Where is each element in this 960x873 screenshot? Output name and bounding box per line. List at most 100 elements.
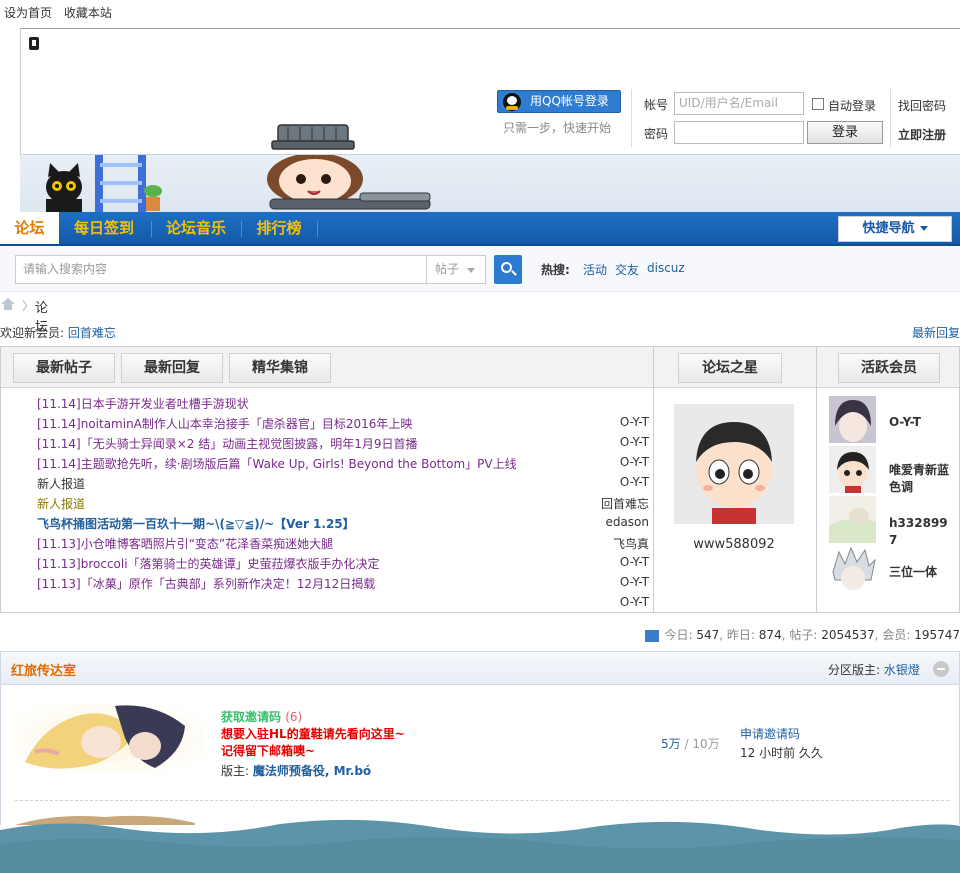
forum-name-label: 获取邀请码 — [221, 710, 282, 724]
forum-last-post: 申请邀请码 12 小时前 久久 — [740, 725, 823, 763]
forgot-password-link[interactable]: 找回密码 — [898, 97, 946, 114]
nav-separator — [151, 221, 152, 237]
forum-moderators: 版主: 魔法师预备役, Mr.bó — [221, 762, 371, 779]
post-link[interactable]: [11.14]noitaminA制作人山本幸治接手「虐杀器官」目标2016年上映 — [37, 415, 412, 435]
forum-star-avatar[interactable] — [674, 404, 794, 524]
hot-search-link[interactable]: 活动 — [583, 261, 607, 278]
top-links-bar: 设为首页 收藏本站 — [0, 0, 960, 28]
stat-today-value: 547 — [696, 628, 720, 642]
tab-active-members[interactable]: 活跃会员 — [838, 353, 940, 383]
post-author[interactable]: O-Y-T — [620, 575, 649, 589]
last-post-title[interactable]: 申请邀请码 — [740, 725, 823, 744]
member-name[interactable]: O-Y-T — [889, 414, 949, 431]
category-moderator-label: 分区版主: — [828, 663, 881, 677]
last-post-user[interactable]: 久久 — [799, 746, 823, 760]
nav-separator — [317, 221, 318, 237]
qq-login-tip: 只需一步，快速开始 — [503, 121, 612, 135]
portal-box: 最新帖子 最新回复 精华集锦 论坛之星 活跃会员 [11.14]日本手游开发业者… — [0, 346, 960, 613]
account-input[interactable]: UID/用户名/Email — [674, 92, 804, 115]
post-author[interactable]: O-Y-T — [620, 595, 649, 609]
post-link[interactable]: [11.13]broccoli「落第骑士的英雄谭」史萤菈爆衣版手办化决定 — [37, 555, 380, 575]
nav-leaderboard[interactable]: 排行榜 — [243, 212, 315, 244]
hot-search-link[interactable]: discuz — [647, 261, 685, 275]
home-icon[interactable] — [1, 298, 15, 310]
set-homepage-link[interactable]: 设为首页 — [4, 6, 52, 20]
member-avatar[interactable] — [829, 446, 876, 493]
forum-mod-links[interactable]: 魔法师预备役, Mr.bó — [253, 764, 371, 778]
search-input[interactable]: 请输入搜索内容 — [15, 255, 427, 284]
nav-separator — [241, 221, 242, 237]
hot-search-link[interactable]: 交友 — [615, 261, 639, 278]
auto-login-checkbox[interactable] — [812, 98, 824, 110]
post-link[interactable]: 飞鸟杯捅图活动第一百玖十一期~\(≧▽≦)/~【Ver 1.25】 — [37, 515, 355, 535]
post-link[interactable]: 新人报道 — [37, 475, 85, 495]
search-type-select[interactable]: 帖子 — [426, 255, 486, 284]
category-title[interactable]: 红旅传达室 — [11, 660, 76, 679]
stat-today-label: 今日: — [664, 628, 693, 642]
welcome-text: 欢迎新会员: — [0, 326, 68, 340]
stat-members-value: 195747 — [914, 628, 960, 642]
forum-row: 获取邀请码 (6) 想要入驻HL的童鞋请先看向这里~ 记得留下邮箱噢~ 版主: … — [0, 685, 960, 825]
post-author[interactable]: 飞鸟真 — [613, 535, 649, 552]
post-author[interactable]: edason — [605, 515, 649, 529]
forum-icon-image[interactable] — [15, 702, 205, 774]
avatar — [829, 546, 876, 593]
avatar — [829, 446, 876, 493]
divider — [631, 89, 632, 147]
post-author[interactable]: O-Y-T — [620, 415, 649, 429]
post-author[interactable]: 回首难忘 — [601, 495, 649, 512]
stat-yesterday-value: 874 — [758, 628, 782, 642]
divider — [890, 89, 891, 147]
new-member-link[interactable]: 回首难忘 — [68, 326, 116, 340]
post-link[interactable]: [11.13]小仓唯博客晒照片引“变态”花泽香菜痴迷她大腿 — [37, 535, 333, 555]
mobile-icon[interactable] — [29, 37, 39, 50]
member-name[interactable]: 三位一体 — [889, 564, 949, 581]
post-author[interactable]: O-Y-T — [620, 455, 649, 469]
tab-forum-star[interactable]: 论坛之星 — [678, 353, 782, 383]
post-author[interactable]: O-Y-T — [620, 435, 649, 449]
member-name[interactable]: h3328997 — [889, 515, 949, 549]
nav-forum[interactable]: 论坛 — [0, 212, 59, 244]
quick-nav-label: 快捷导航 — [862, 221, 915, 236]
tab-latest-replies[interactable]: 最新回复 — [121, 353, 223, 383]
category-moderator-link[interactable]: 水银燈 — [884, 663, 920, 677]
tab-latest-posts[interactable]: 最新帖子 — [13, 353, 115, 383]
register-link[interactable]: 立即注册 — [898, 126, 946, 143]
forum-star-name[interactable]: www588092 — [674, 537, 794, 552]
member-name[interactable]: 唯爱青新蓝色调 — [889, 462, 949, 496]
main-nav: 论坛 每日签到 论坛音乐 排行榜 快捷导航 — [0, 212, 960, 246]
post-link[interactable]: 新人报道 — [37, 495, 85, 515]
search-button[interactable] — [494, 255, 522, 284]
forum-artwork — [15, 702, 205, 774]
bookmark-site-link[interactable]: 收藏本站 — [64, 6, 112, 20]
forum-name[interactable]: 获取邀请码 (6) — [221, 708, 302, 725]
nav-forum-music[interactable]: 论坛音乐 — [153, 212, 239, 244]
member-avatar[interactable] — [829, 496, 876, 543]
forum-mod-label: 版主: — [221, 764, 250, 778]
divider — [816, 347, 817, 612]
quick-nav-button[interactable]: 快捷导航 — [838, 216, 952, 242]
member-avatar[interactable] — [829, 396, 876, 443]
post-author[interactable]: O-Y-T — [620, 555, 649, 569]
password-input[interactable] — [674, 121, 804, 144]
post-link[interactable]: [11.14]「无头骑士异闻录×2 结」动画主视觉图披露，明年1月9日首播 — [37, 435, 418, 455]
qq-login-button[interactable]: 用QQ帐号登录 — [497, 90, 621, 113]
post-author[interactable]: O-Y-T — [620, 475, 649, 489]
welcome-line: 欢迎新会员: 回首难忘 — [0, 324, 116, 341]
account-label: 帐号 — [644, 98, 669, 112]
post-link[interactable]: [11.14]主题歌抢先听，续·剧场版后篇「Wake Up, Girls! Be… — [37, 455, 517, 475]
post-link[interactable]: [11.14]日本手游开发业者吐槽手游现状 — [37, 395, 249, 415]
stat-posts-value: 2054537 — [821, 628, 875, 642]
divider — [15, 800, 949, 801]
collapse-icon[interactable] — [933, 661, 949, 677]
tab-featured[interactable]: 精华集锦 — [229, 353, 331, 383]
post-link[interactable]: [11.13]「冰菓」原作「古典部」系列新作决定！12月12日揭载 — [37, 575, 375, 595]
chevron-down-icon — [467, 268, 475, 273]
nav-daily-checkin[interactable]: 每日签到 — [61, 212, 147, 244]
forum-threads: 5万 — [661, 737, 681, 751]
latest-replies-link[interactable]: 最新回复 — [912, 324, 960, 341]
forum-today-count: (6) — [285, 710, 303, 724]
member-avatar[interactable] — [829, 546, 876, 593]
login-button[interactable]: 登录 — [807, 121, 883, 144]
forum-posts: 10万 — [692, 737, 720, 751]
